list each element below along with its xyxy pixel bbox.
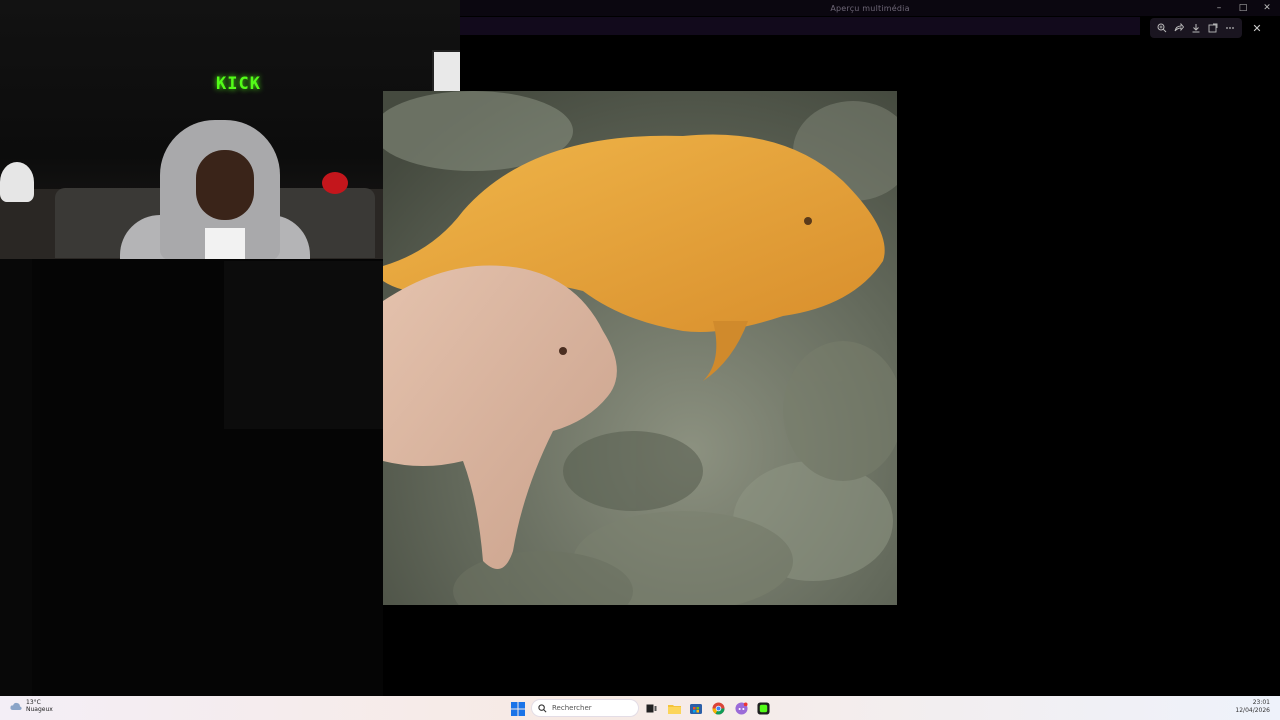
search-placeholder: Rechercher [552, 704, 592, 712]
streamer-face [196, 150, 254, 220]
webcam-chair [0, 162, 34, 202]
aquarium-photo [383, 91, 897, 605]
viewer-toolbar [1150, 18, 1242, 38]
webcam-red-object [322, 172, 348, 194]
discord-icon [734, 701, 748, 715]
chrome-button[interactable] [710, 700, 726, 716]
search-icon [538, 703, 547, 712]
viewer-titlebar: Aperçu multimédia – □ ✕ [460, 0, 1280, 16]
close-viewer-button[interactable]: ✕ [1248, 19, 1266, 37]
zoom-in-icon[interactable] [1156, 22, 1168, 34]
weather-description: Nuageux [26, 706, 53, 713]
main-image[interactable] [383, 91, 897, 605]
active-app-button[interactable] [755, 700, 771, 716]
minimize-button[interactable]: – [1214, 3, 1224, 13]
windows-logo-icon [511, 702, 525, 716]
task-view-button[interactable] [643, 700, 659, 716]
store-button[interactable] [688, 700, 704, 716]
share-icon[interactable] [1173, 22, 1185, 34]
open-external-icon[interactable] [1207, 22, 1219, 34]
taskbar-search[interactable]: Rechercher [531, 699, 639, 717]
store-icon [690, 704, 702, 714]
window-controls: – □ ✕ [1214, 0, 1272, 16]
streamer-shirt [205, 228, 245, 259]
weather-widget[interactable]: 13°C Nuageux [10, 699, 53, 713]
system-clock[interactable]: 23:01 12/04/2026 [1235, 699, 1270, 715]
close-window-button[interactable]: ✕ [1262, 3, 1272, 13]
clock-time: 23:01 [1252, 699, 1270, 706]
background-thumbnail [224, 261, 383, 429]
taskbar: 13°C Nuageux Rechercher 23:01 12/04/2026 [0, 696, 1280, 720]
maximize-button[interactable]: □ [1238, 3, 1248, 13]
close-icon: ✕ [1252, 21, 1262, 35]
window-title: Aperçu multimédia [830, 3, 910, 13]
more-icon[interactable] [1224, 22, 1236, 34]
file-explorer-button[interactable] [666, 700, 682, 716]
weather-temperature: 13°C [26, 699, 41, 706]
kick-logo: KICK [216, 74, 261, 94]
discord-button[interactable] [733, 700, 749, 716]
background-app [0, 259, 383, 696]
clock-date: 12/04/2026 [1235, 707, 1270, 714]
folder-icon [667, 704, 681, 714]
viewer-address-strip [460, 17, 1140, 35]
app-icon [756, 701, 770, 715]
chrome-icon [711, 701, 725, 715]
download-icon[interactable] [1190, 22, 1202, 34]
cloud-icon [10, 702, 22, 710]
background-sidebar [0, 259, 32, 696]
start-button[interactable] [511, 701, 525, 716]
task-view-icon [646, 704, 656, 712]
